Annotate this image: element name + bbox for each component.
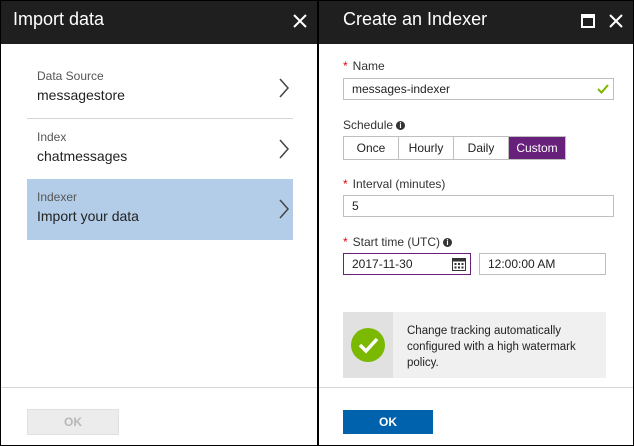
start-date-value: 2017-11-30 [352, 257, 413, 271]
footer-divider [319, 387, 633, 388]
name-field[interactable]: messages-indexer [343, 78, 614, 100]
schedule-option-once[interactable]: Once [344, 137, 399, 159]
nav-item-value: chatmessages [37, 148, 128, 164]
footer-divider [1, 387, 317, 388]
create-indexer-panel: Create an Indexer * Name messages-indexer… [319, 1, 633, 445]
maximize-icon[interactable] [577, 10, 599, 32]
start-time-value: 12:00:00 AM [488, 257, 556, 271]
nav-item-value: Import your data [37, 208, 139, 224]
panel-title: Import data [13, 9, 105, 29]
schedule-option-daily[interactable]: Daily [454, 137, 509, 159]
info-icon[interactable]: i [396, 121, 406, 131]
required-asterisk: * [343, 59, 348, 73]
nav-item-label: Index [37, 130, 67, 144]
start-date-field[interactable]: 2017-11-30 [343, 253, 471, 275]
nav-item-value: messagestore [37, 87, 125, 103]
nav-item-label: Data Source [37, 69, 104, 83]
window-frame: Import data Data Source messagestore Ind… [0, 0, 634, 446]
schedule-label: Schedule i [343, 118, 406, 132]
nav-item-label: Indexer [37, 190, 78, 204]
chevron-right-icon [279, 78, 290, 98]
create-indexer-title-bar: Create an Indexer [319, 1, 633, 44]
start-time-field[interactable]: 12:00:00 AM [479, 253, 606, 275]
required-asterisk: * [343, 177, 348, 191]
start-time-label: * Start time (UTC) i [343, 235, 453, 249]
close-icon[interactable] [605, 10, 627, 32]
chevron-right-icon [279, 139, 290, 159]
info-icon[interactable]: i [443, 238, 453, 248]
panel-title: Create an Indexer [343, 9, 488, 29]
interval-field[interactable]: 5 [343, 195, 614, 217]
ok-button[interactable]: OK [343, 410, 433, 434]
close-icon[interactable] [289, 10, 311, 32]
name-label: * Name [343, 59, 385, 73]
required-asterisk: * [343, 235, 348, 249]
interval-field-value: 5 [352, 199, 359, 213]
nav-item-indexer[interactable]: Indexer Import your data [27, 179, 293, 240]
calendar-icon[interactable] [452, 257, 466, 271]
schedule-option-custom[interactable]: Custom [509, 137, 565, 159]
nav-item-data-source[interactable]: Data Source messagestore [27, 58, 293, 119]
interval-label: * Interval (minutes) [343, 177, 446, 191]
change-tracking-notice: Change tracking automatically configured… [343, 312, 606, 378]
name-field-value: messages-indexer [352, 82, 451, 96]
ok-button-disabled: OK [27, 409, 119, 435]
notice-message: Change tracking automatically configured… [407, 325, 576, 369]
valid-check-icon [597, 84, 609, 94]
chevron-right-icon [279, 199, 290, 219]
nav-item-index[interactable]: Index chatmessages [27, 119, 293, 180]
import-data-title-bar: Import data [1, 1, 317, 44]
success-check-icon [351, 328, 385, 362]
schedule-selector: Once Hourly Daily Custom [343, 136, 566, 160]
schedule-option-hourly[interactable]: Hourly [399, 137, 454, 159]
import-data-panel: Import data Data Source messagestore Ind… [1, 1, 317, 445]
